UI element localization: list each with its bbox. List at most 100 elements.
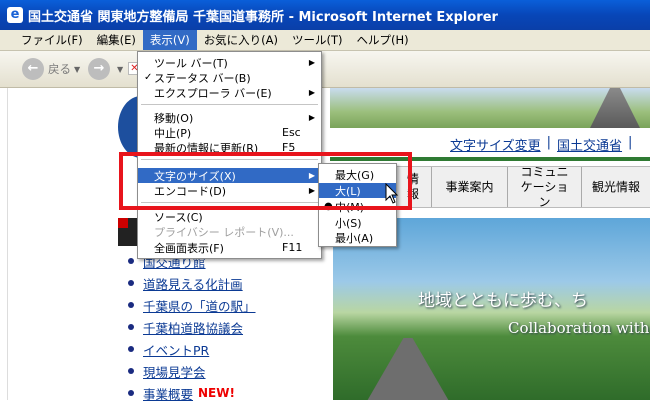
menu-item-source[interactable]: ソース(C) bbox=[138, 209, 321, 224]
list-item: 事業概要 NEW! bbox=[128, 382, 323, 404]
menu-item-status-bar[interactable]: ✓ ステータス バー(B) bbox=[138, 70, 321, 85]
menu-item-label: 中(M) bbox=[335, 200, 365, 214]
mouse-cursor-icon bbox=[385, 183, 399, 204]
list-item: 千葉柏道路協議会 bbox=[128, 316, 323, 338]
menu-help[interactable]: ヘルプ(H) bbox=[350, 30, 416, 50]
link-separator: | bbox=[546, 135, 552, 150]
side-link-list: 国交通り館 道路見える化計画 千葉県の「道の駅」 千葉柏道路協議会 イベントPR… bbox=[128, 250, 323, 404]
side-link[interactable]: 千葉柏道路協議会 bbox=[143, 318, 243, 337]
menu-edit[interactable]: 編集(E) bbox=[90, 30, 143, 50]
title-bar: e 国土交通省 関東地方整備局 千葉国道事務所 - Microsoft Inte… bbox=[0, 0, 650, 30]
menu-view[interactable]: 表示(V) bbox=[142, 30, 197, 50]
bullet-icon bbox=[128, 368, 134, 374]
side-link[interactable]: イベントPR bbox=[143, 340, 209, 359]
link-separator: | bbox=[628, 135, 633, 150]
bullet-icon bbox=[128, 346, 134, 352]
ie-logo-icon: e bbox=[7, 7, 23, 23]
header-photo bbox=[330, 88, 650, 128]
bullet-icon bbox=[128, 280, 134, 286]
menu-item-text-size[interactable]: 文字のサイズ(X) ▶ bbox=[138, 168, 321, 183]
list-item: 千葉県の「道の駅」 bbox=[128, 294, 323, 316]
road-image bbox=[590, 88, 640, 128]
menu-item-go-to[interactable]: 移動(O) ▶ bbox=[138, 110, 321, 125]
page-left-edge bbox=[0, 88, 8, 400]
side-link[interactable]: 千葉県の「道の駅」 bbox=[143, 296, 256, 315]
text-size-submenu: 最大(G) 大(L) ● 中(M) 小(S) 最小(A) bbox=[318, 163, 397, 247]
menu-item-label: 中止(P) bbox=[154, 126, 192, 140]
bullet-icon bbox=[128, 302, 134, 308]
nav-item-business[interactable]: 事業案内 bbox=[431, 167, 507, 207]
menu-item-label: エクスプローラ バー(E) bbox=[154, 86, 272, 100]
forward-arrow-icon: → bbox=[88, 58, 110, 80]
toolbar: ← 戻る ▼ → ▼ ✕ bbox=[0, 51, 650, 88]
menu-item-label: ツール バー(T) bbox=[154, 56, 228, 70]
hero-road bbox=[363, 338, 453, 400]
menu-item-full-screen[interactable]: 全画面表示(F) F11 bbox=[138, 240, 321, 255]
text-size-largest[interactable]: 最大(G) bbox=[319, 167, 396, 182]
side-link[interactable]: 道路見える化計画 bbox=[143, 274, 243, 293]
menu-item-label: プライバシー レポート(V)... bbox=[154, 225, 294, 239]
menu-item-label: 移動(O) bbox=[154, 111, 194, 125]
menu-item-label: 最大(G) bbox=[335, 168, 375, 182]
nav-item-tourism[interactable]: 観光情報 bbox=[581, 167, 650, 207]
main-nav: 情報 事業案内 コミュニケーション 観光情報 bbox=[395, 165, 650, 209]
menu-item-label: ステータス バー(B) bbox=[154, 71, 251, 85]
back-dropdown-icon: ▼ bbox=[74, 64, 81, 74]
new-badge: NEW! bbox=[198, 386, 235, 400]
menu-item-encoding[interactable]: エンコード(D) ▶ bbox=[138, 183, 321, 198]
shortcut-label: F5 bbox=[282, 141, 296, 154]
nav-item-communication[interactable]: コミュニケーション bbox=[507, 165, 581, 209]
menu-item-label: 最新の情報に更新(R) bbox=[154, 141, 259, 155]
menu-item-label: 全画面表示(F) bbox=[154, 241, 224, 255]
submenu-arrow-icon: ▶ bbox=[308, 113, 315, 122]
forward-dropdown-icon: ▼ bbox=[117, 64, 124, 74]
menu-tools[interactable]: ツール(T) bbox=[285, 30, 350, 50]
submenu-arrow-icon: ▶ bbox=[308, 186, 315, 195]
menu-bar: ファイル(F) 編集(E) 表示(V) お気に入り(A) ツール(T) ヘルプ(… bbox=[0, 30, 650, 51]
text-size-smallest[interactable]: 最小(A) bbox=[319, 230, 396, 245]
back-arrow-icon: ← bbox=[22, 58, 44, 80]
forward-button[interactable]: → ▼ bbox=[88, 58, 123, 80]
list-item: 現場見学会 bbox=[128, 360, 323, 382]
text-size-link[interactable]: 文字サイズ変更 bbox=[450, 135, 541, 154]
radio-bullet-icon: ● bbox=[324, 201, 333, 212]
hero-slogan-jp: 地域とともに歩む、ち bbox=[418, 291, 588, 311]
shortcut-label: F11 bbox=[282, 241, 303, 254]
submenu-arrow-icon: ▶ bbox=[308, 88, 315, 97]
list-item: 道路見える化計画 bbox=[128, 272, 323, 294]
menu-item-label: 最小(A) bbox=[335, 231, 374, 245]
submenu-arrow-icon: ▶ bbox=[308, 58, 315, 67]
menu-item-privacy-report: プライバシー レポート(V)... bbox=[138, 224, 321, 239]
bullet-icon bbox=[128, 258, 134, 264]
header-divider bbox=[330, 157, 650, 161]
top-links: 文字サイズ変更 | 国土交通省 | bbox=[450, 135, 632, 154]
menu-item-label: 大(L) bbox=[335, 184, 361, 198]
menu-item-label: ソース(C) bbox=[154, 210, 203, 224]
hero-slogan-en: Collaboration with bbox=[508, 319, 650, 337]
menu-separator bbox=[141, 104, 318, 105]
bullet-icon bbox=[128, 390, 134, 396]
submenu-arrow-icon: ▶ bbox=[308, 171, 315, 180]
side-link[interactable]: 現場見学会 bbox=[143, 362, 206, 381]
shortcut-label: Esc bbox=[282, 126, 301, 139]
text-size-smaller[interactable]: 小(S) bbox=[319, 215, 396, 230]
menu-item-stop[interactable]: 中止(P) Esc bbox=[138, 125, 321, 140]
mlit-link[interactable]: 国土交通省 bbox=[557, 135, 622, 154]
menu-file[interactable]: ファイル(F) bbox=[14, 30, 90, 50]
menu-separator bbox=[141, 159, 318, 160]
menu-item-explorer-bar[interactable]: エクスプローラ バー(E) ▶ bbox=[138, 85, 321, 100]
menu-item-label: 文字のサイズ(X) bbox=[154, 169, 236, 183]
menu-item-label: 小(S) bbox=[335, 216, 362, 230]
back-button[interactable]: ← 戻る ▼ bbox=[22, 58, 80, 80]
view-menu-dropdown: ツール バー(T) ▶ ✓ ステータス バー(B) エクスプローラ バー(E) … bbox=[137, 51, 322, 259]
menu-item-toolbars[interactable]: ツール バー(T) ▶ bbox=[138, 55, 321, 70]
list-item: イベントPR bbox=[128, 338, 323, 360]
checkmark-icon: ✓ bbox=[144, 72, 153, 83]
bullet-icon bbox=[128, 324, 134, 330]
menu-item-refresh[interactable]: 最新の情報に更新(R) F5 bbox=[138, 140, 321, 155]
back-label: 戻る bbox=[48, 62, 71, 76]
menu-item-label: エンコード(D) bbox=[154, 184, 227, 198]
menu-favorites[interactable]: お気に入り(A) bbox=[197, 30, 285, 50]
window-title: 国土交通省 関東地方整備局 千葉国道事務所 - Microsoft Intern… bbox=[28, 9, 498, 25]
menu-separator bbox=[141, 202, 318, 203]
